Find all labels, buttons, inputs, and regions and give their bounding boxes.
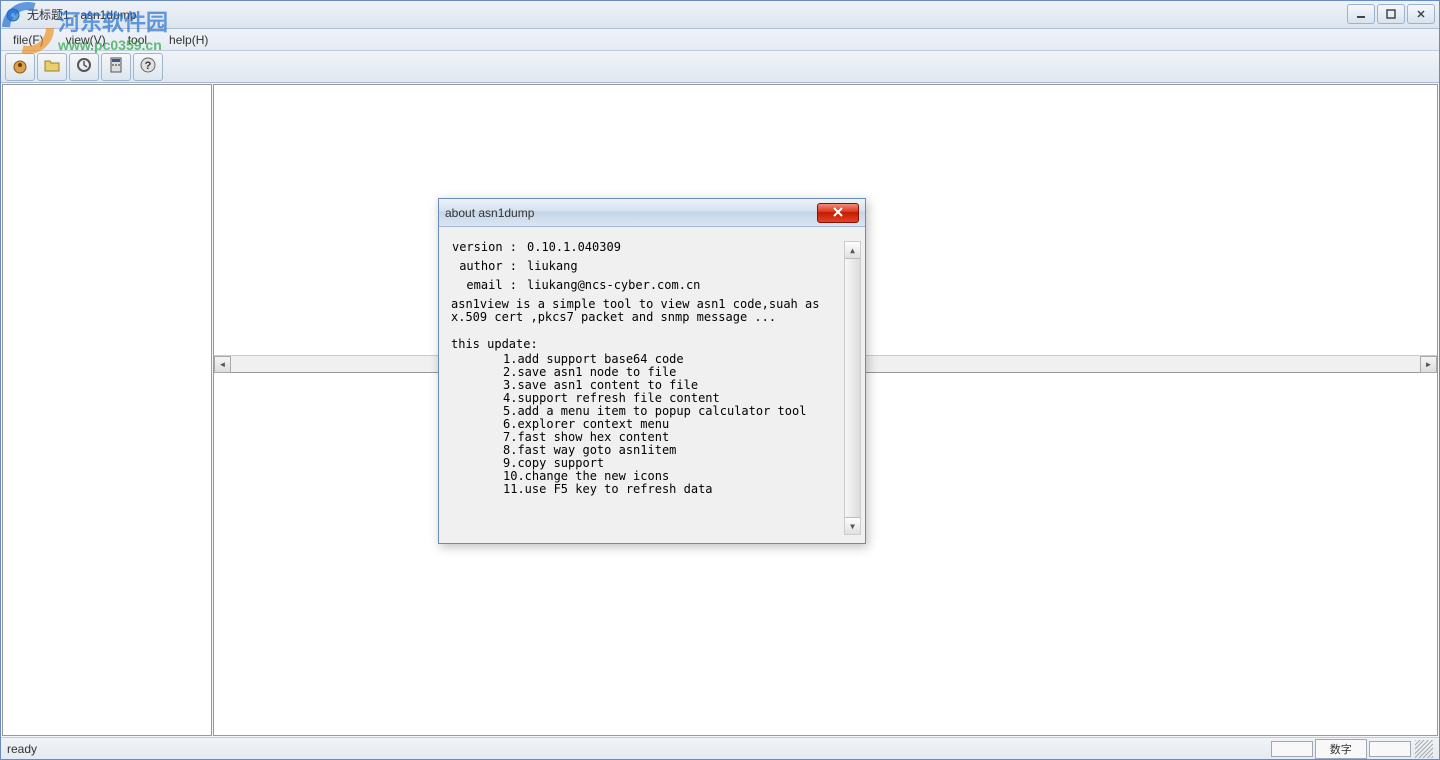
resize-grip[interactable] xyxy=(1415,740,1433,758)
app-icon xyxy=(5,7,21,23)
scroll-up-arrow[interactable]: ▲ xyxy=(845,242,860,259)
dialog-title: about asn1dump xyxy=(445,206,817,220)
close-icon xyxy=(832,206,844,220)
tree-pane[interactable] xyxy=(2,84,212,736)
maximize-button[interactable] xyxy=(1377,4,1405,24)
status-cell-numlock: 数字 xyxy=(1315,739,1367,759)
dialog-description: asn1view is a simple tool to view asn1 c… xyxy=(451,298,853,324)
dialog-body: version : 0.10.1.040309 author : liukang… xyxy=(439,227,865,543)
statusbar: ready 数字 xyxy=(1,737,1439,759)
help-icon: ? xyxy=(139,56,157,77)
about-dialog: about asn1dump version : 0.10.1.040309 a… xyxy=(438,198,866,544)
svg-text:?: ? xyxy=(145,60,152,72)
tool-btn-open[interactable] xyxy=(37,53,67,81)
calculator-icon xyxy=(107,56,125,77)
menu-file[interactable]: file(F) xyxy=(5,31,52,49)
update-title: this update: xyxy=(451,338,853,351)
close-button[interactable] xyxy=(1407,4,1435,24)
author-value: liukang xyxy=(527,260,578,273)
tool-btn-1[interactable] xyxy=(5,53,35,81)
status-cell-1 xyxy=(1271,741,1313,757)
version-label: version : xyxy=(451,241,527,254)
scroll-left-arrow[interactable]: ◄ xyxy=(214,356,231,373)
menu-tool[interactable]: tool xyxy=(120,31,155,49)
minimize-button[interactable] xyxy=(1347,4,1375,24)
dialog-close-button[interactable] xyxy=(817,203,859,223)
menubar: file(F) view(V) tool help(H) xyxy=(1,29,1439,51)
folder-icon xyxy=(43,56,61,77)
menu-help[interactable]: help(H) xyxy=(161,31,216,49)
window-title: 无标题1 - asn1dump xyxy=(27,6,136,23)
update-list: 1.add support base64 code 2.save asn1 no… xyxy=(451,353,853,496)
update-item: 11.use F5 key to refresh data xyxy=(503,483,853,496)
menu-view[interactable]: view(V) xyxy=(58,31,114,49)
scroll-right-arrow[interactable]: ► xyxy=(1420,356,1437,373)
toolbar: ? xyxy=(1,51,1439,83)
status-cell-3 xyxy=(1369,741,1411,757)
tool-btn-calc[interactable] xyxy=(101,53,131,81)
dialog-titlebar[interactable]: about asn1dump xyxy=(439,199,865,227)
status-ready: ready xyxy=(7,742,1269,756)
titlebar: 无标题1 - asn1dump xyxy=(1,1,1439,29)
scroll-down-arrow[interactable]: ▼ xyxy=(845,517,860,534)
tool-btn-refresh[interactable] xyxy=(69,53,99,81)
email-label: email : xyxy=(451,279,527,292)
scroll-thumb[interactable] xyxy=(845,259,860,517)
window-controls xyxy=(1347,4,1435,24)
tool-btn-help[interactable]: ? xyxy=(133,53,163,81)
dialog-vertical-scrollbar[interactable]: ▲ ▼ xyxy=(844,241,861,535)
refresh-icon xyxy=(75,56,93,77)
version-value: 0.10.1.040309 xyxy=(527,241,621,254)
author-label: author : xyxy=(451,260,527,273)
email-value: liukang@ncs-cyber.com.cn xyxy=(527,279,700,292)
